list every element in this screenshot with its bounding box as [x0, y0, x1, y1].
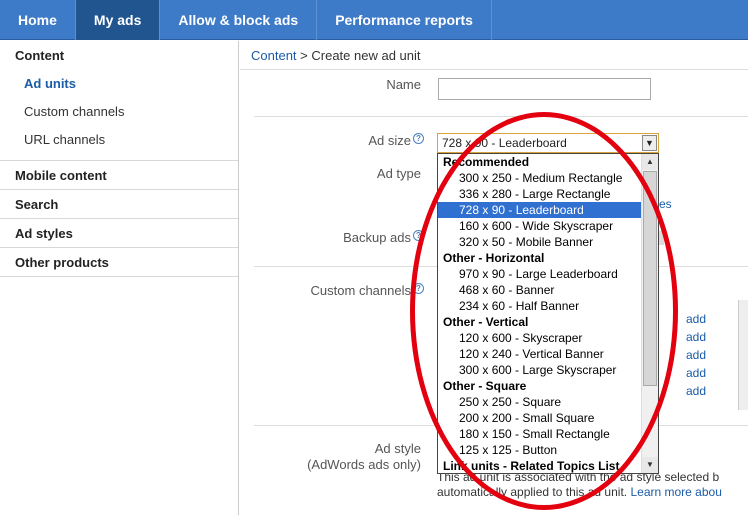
add-link[interactable]: add: [686, 382, 706, 400]
ad-style-description: This ad unit is associated with the ad s…: [437, 470, 748, 500]
ad-style-description-line2: automatically applied to this ad unit. L…: [437, 485, 748, 500]
ad-size-label: Ad size: [368, 133, 411, 148]
ad-size-dropdown-list[interactable]: Recommended 300 x 250 - Medium Rectangle 3…: [437, 153, 659, 474]
breadcrumb-content-link[interactable]: Content: [251, 48, 297, 63]
backup-ads-label: Backup ads: [343, 230, 411, 245]
dropdown-options: Recommended 300 x 250 - Medium Rectangle 3…: [438, 154, 658, 473]
tab-allow-block-ads[interactable]: Allow & block ads: [160, 0, 318, 40]
help-icon[interactable]: ?: [413, 133, 424, 144]
sidebar-item-custom-channels[interactable]: Custom channels: [0, 98, 238, 126]
sidebar-item-content[interactable]: Content: [0, 41, 238, 70]
sidebar-item-url-channels[interactable]: URL channels: [0, 126, 238, 154]
ad-type-label: Ad type: [376, 166, 421, 181]
tab-my-ads[interactable]: My ads: [75, 0, 161, 40]
dropdown-option[interactable]: 336 x 280 - Large Rectangle: [438, 186, 658, 202]
learn-more-link[interactable]: Learn more abou: [630, 485, 721, 499]
add-links: add add add add add: [686, 310, 706, 400]
add-link[interactable]: add: [686, 328, 706, 346]
dropdown-option[interactable]: 468 x 60 - Banner: [438, 282, 658, 298]
dropdown-group-label: Recommended: [443, 155, 530, 169]
sidebar-item-search[interactable]: Search: [0, 190, 238, 219]
divider: [254, 116, 748, 117]
add-link[interactable]: add: [686, 346, 706, 364]
dropdown-option[interactable]: 320 x 50 - Mobile Banner: [438, 234, 658, 250]
tab-performance-reports[interactable]: Performance reports: [317, 0, 492, 40]
dropdown-option[interactable]: 120 x 600 - Skyscraper: [438, 330, 658, 346]
ad-style-sublabel: (AdWords ads only): [307, 457, 421, 472]
dropdown-option[interactable]: 250 x 250 - Square: [438, 394, 658, 410]
dropdown-option[interactable]: 120 x 240 - Vertical Banner: [438, 346, 658, 362]
ad-style-description-text: automatically applied to this ad unit.: [437, 485, 628, 499]
ad-size-label-row: Ad size?: [320, 133, 424, 148]
sidebar-item-other-products[interactable]: Other products: [0, 248, 238, 277]
dropdown-option[interactable]: 300 x 250 - Medium Rectangle: [438, 170, 658, 186]
sidebar: Content Ad units Custom channels URL cha…: [0, 41, 239, 515]
custom-channels-label-row: Custom channels?: [270, 283, 424, 298]
add-link[interactable]: add: [686, 364, 706, 382]
custom-channels-label: Custom channels: [310, 283, 411, 298]
sidebar-item-mobile-content[interactable]: Mobile content: [0, 161, 238, 190]
top-navigation: Home My ads Allow & block ads Performanc…: [0, 0, 748, 40]
sidebar-item-ad-units[interactable]: Ad units: [0, 70, 238, 98]
dropdown-group-label: Other - Square: [443, 379, 527, 393]
help-icon[interactable]: ?: [413, 230, 424, 241]
dropdown-group-label: Link units - Related Topics List: [443, 459, 620, 473]
dropdown-group-label: Other - Vertical: [443, 315, 529, 329]
ad-style-label: Ad style: [374, 441, 421, 456]
dropdown-option[interactable]: 200 x 200 - Small Square: [438, 410, 658, 426]
chevron-down-icon[interactable]: ▼: [642, 135, 657, 151]
sidebar-item-ad-styles[interactable]: Ad styles: [0, 219, 238, 248]
partial-link[interactable]: es: [659, 197, 672, 211]
name-label: Name: [386, 77, 421, 92]
dropdown-option[interactable]: 234 x 60 - Half Banner: [438, 298, 658, 314]
dropdown-scrollbar[interactable]: ▲ ▼: [641, 154, 658, 473]
backup-ads-label-row: Backup ads?: [300, 230, 424, 245]
name-input[interactable]: [438, 78, 651, 100]
dropdown-option[interactable]: 125 x 125 - Button: [438, 442, 658, 458]
add-link[interactable]: add: [686, 310, 706, 328]
scroll-down-icon[interactable]: ▼: [642, 457, 658, 473]
dropdown-option[interactable]: 300 x 600 - Large Skyscraper: [438, 362, 658, 378]
tab-home[interactable]: Home: [0, 0, 76, 40]
breadcrumb: Content > Create new ad unit: [240, 41, 748, 70]
ad-size-selected-value: 728 x 90 - Leaderboard: [442, 136, 567, 150]
breadcrumb-current: Create new ad unit: [311, 48, 421, 63]
scrollbar-thumb[interactable]: [643, 171, 657, 386]
dropdown-option[interactable]: 728 x 90 - Leaderboard: [438, 202, 658, 218]
channels-scrollbar[interactable]: [738, 300, 748, 410]
scroll-up-icon[interactable]: ▲: [642, 154, 658, 170]
dropdown-option[interactable]: 160 x 600 - Wide Skyscraper: [438, 218, 658, 234]
breadcrumb-separator: >: [296, 48, 312, 63]
sidebar-group-content: Content Ad units Custom channels URL cha…: [0, 41, 238, 161]
help-icon[interactable]: ?: [413, 283, 424, 294]
ad-size-select[interactable]: 728 x 90 - Leaderboard ▼: [437, 133, 659, 153]
dropdown-option[interactable]: 970 x 90 - Large Leaderboard: [438, 266, 658, 282]
dropdown-group-label: Other - Horizontal: [443, 251, 545, 265]
dropdown-option[interactable]: 180 x 150 - Small Rectangle: [438, 426, 658, 442]
